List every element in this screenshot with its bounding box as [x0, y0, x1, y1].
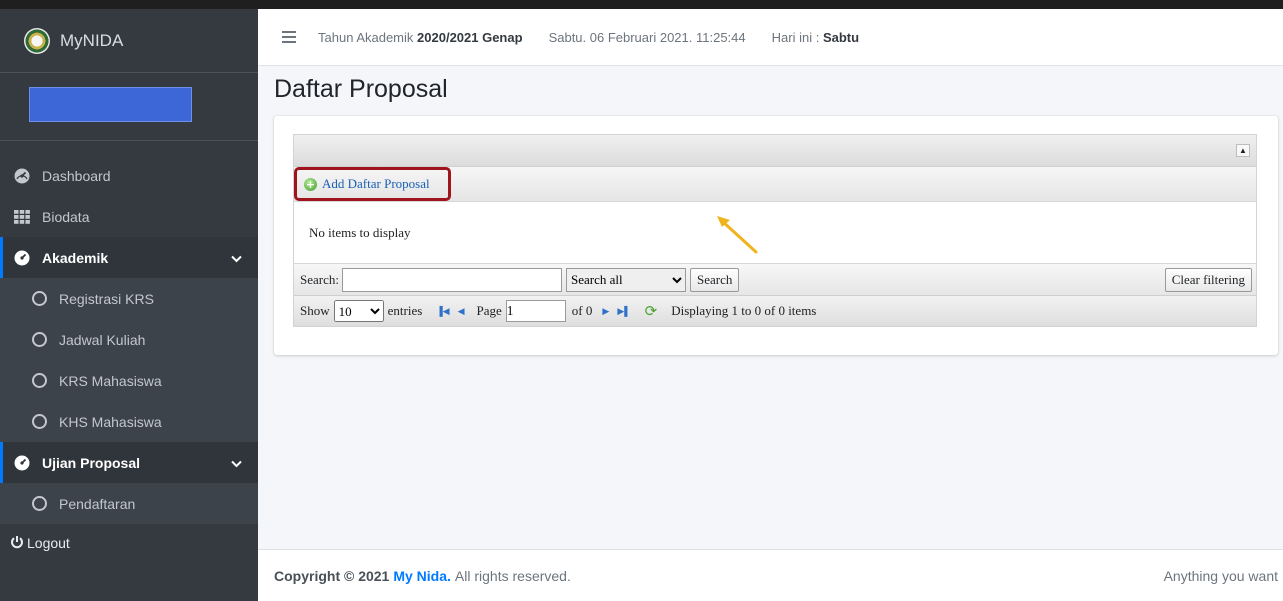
today-info: Hari ini : Sabtu	[772, 30, 859, 45]
circle-icon	[32, 496, 47, 511]
footer-brand-link[interactable]: My Nida.	[393, 568, 451, 584]
sidebar-item-label: Dashboard	[42, 167, 111, 184]
show-label: Show	[300, 303, 330, 318]
add-button-label: Add Daftar Proposal	[322, 176, 430, 191]
last-page-icon[interactable]: ▶▌	[617, 306, 630, 317]
sidebar-item-label: Ujian Proposal	[42, 454, 141, 471]
user-panel	[0, 73, 258, 141]
next-page-icon[interactable]: ▶	[602, 306, 609, 317]
circle-icon	[32, 291, 47, 306]
current-datetime: Sabtu. 06 Februari 2021. 11:25:44	[548, 29, 746, 45]
sidebar-subitem-label: KHS Mahasiswa	[59, 413, 162, 430]
proposal-grid: ▲ + Add Daftar Proposal No items to disp…	[293, 134, 1257, 327]
main-content: Tahun Akademik 2020/2021 Genap Sabtu. 06…	[258, 9, 1283, 601]
sidebar-subitem-label: Registrasi KRS	[59, 290, 154, 307]
brand-name: MyNIDA	[60, 30, 124, 50]
entries-label: entries	[387, 303, 423, 318]
entries-select[interactable]: 10	[333, 300, 384, 322]
logout-link[interactable]: Logout	[0, 524, 258, 562]
sidebar-subitem-khs-mahasiswa[interactable]: KHS Mahasiswa	[0, 401, 258, 442]
sidebar-subitem-pendaftaran[interactable]: Pendaftaran	[0, 483, 258, 524]
window-top-strip	[0, 0, 1283, 9]
sidebar-item-ujian-proposal[interactable]: Ujian Proposal	[0, 442, 258, 483]
sidebar: MyNIDA Dashboard Biodata Akademik Regist…	[0, 9, 258, 601]
brand[interactable]: MyNIDA	[0, 9, 258, 73]
academic-year-label: Tahun Akademik	[318, 29, 414, 45]
grid-icon	[14, 209, 30, 225]
sidebar-item-label: Akademik	[42, 249, 109, 266]
akademik-submenu: Registrasi KRS Jadwal Kuliah KRS Mahasis…	[0, 278, 258, 442]
sidebar-subitem-jadwal-kuliah[interactable]: Jadwal Kuliah	[0, 319, 258, 360]
grid-toolbar: + Add Daftar Proposal	[294, 167, 1256, 202]
sidebar-item-dashboard[interactable]: Dashboard	[0, 155, 258, 196]
sidebar-nav-ujian: Ujian Proposal	[0, 442, 258, 483]
sidebar-subitem-registrasi-krs[interactable]: Registrasi KRS	[0, 278, 258, 319]
footer: Copyright © 2021 My Nida. All rights res…	[258, 549, 1283, 601]
hamburger-menu-icon[interactable]	[282, 28, 296, 46]
user-name-redacted[interactable]	[29, 87, 192, 122]
page-count-label: of 0	[571, 303, 593, 318]
today-label: Hari ini :	[771, 29, 820, 45]
circle-icon	[32, 414, 47, 429]
search-input[interactable]	[341, 267, 562, 292]
circle-icon	[32, 332, 47, 347]
chevron-down-icon	[231, 455, 242, 471]
tachometer-icon	[14, 250, 30, 266]
sidebar-nav: Dashboard Biodata Akademik	[0, 141, 258, 278]
annotation-arrow-icon	[717, 216, 758, 254]
tachometer-icon	[14, 168, 30, 184]
search-label: Search:	[300, 271, 339, 287]
sidebar-item-label: Biodata	[42, 208, 90, 225]
power-icon	[10, 535, 24, 552]
first-page-icon[interactable]: ▐◀	[436, 306, 449, 317]
pager-bar: Show 10 entries ▐◀ ◀ Page of 0 ▶ ▶▌ ⟳ Di…	[294, 296, 1256, 326]
add-circle-icon: +	[304, 177, 317, 191]
brand-logo-icon	[24, 27, 50, 54]
prev-page-icon[interactable]: ◀	[458, 306, 465, 317]
tachometer-icon	[14, 455, 30, 471]
search-scope-select[interactable]: Search all	[565, 267, 686, 292]
search-button[interactable]: Search	[689, 267, 740, 292]
sidebar-item-biodata[interactable]: Biodata	[0, 196, 258, 237]
footer-rights: All rights reserved.	[454, 567, 571, 584]
content-card: ▲ + Add Daftar Proposal No items to disp…	[274, 116, 1278, 355]
copyright-prefix: Copyright © 2021	[274, 567, 390, 584]
grid-title-bar: ▲	[294, 135, 1256, 167]
page-label: Page	[476, 303, 502, 318]
circle-icon	[32, 373, 47, 388]
page-number-input[interactable]	[505, 300, 566, 322]
page-title: Daftar Proposal	[274, 75, 448, 103]
footer-right-text: Anything you want	[1163, 567, 1278, 584]
collapse-toggle-button[interactable]: ▲	[1236, 144, 1250, 157]
top-header: Tahun Akademik 2020/2021 Genap Sabtu. 06…	[258, 9, 1283, 66]
chevron-down-icon	[231, 250, 242, 266]
refresh-icon[interactable]: ⟳	[645, 302, 658, 321]
display-info: Displaying 1 to 0 of 0 items	[671, 303, 817, 318]
add-daftar-proposal-button[interactable]: + Add Daftar Proposal	[294, 167, 451, 201]
sidebar-subitem-label: Jadwal Kuliah	[59, 331, 146, 348]
sidebar-subitem-krs-mahasiswa[interactable]: KRS Mahasiswa	[0, 360, 258, 401]
academic-year: Tahun Akademik 2020/2021 Genap	[318, 30, 523, 45]
sidebar-item-akademik[interactable]: Akademik	[0, 237, 258, 278]
sidebar-subitem-label: KRS Mahasiswa	[59, 372, 162, 389]
clear-filtering-button[interactable]: Clear filtering	[1164, 268, 1252, 292]
today-value: Sabtu	[822, 29, 860, 45]
logout-label: Logout	[27, 535, 70, 551]
sidebar-subitem-label: Pendaftaran	[59, 495, 136, 512]
empty-message: No items to display	[294, 202, 1256, 264]
search-bar: Search: Search all Search Clear filterin…	[294, 264, 1256, 296]
academic-year-value: 2020/2021 Genap	[417, 29, 523, 45]
ujian-submenu: Pendaftaran	[0, 483, 258, 524]
